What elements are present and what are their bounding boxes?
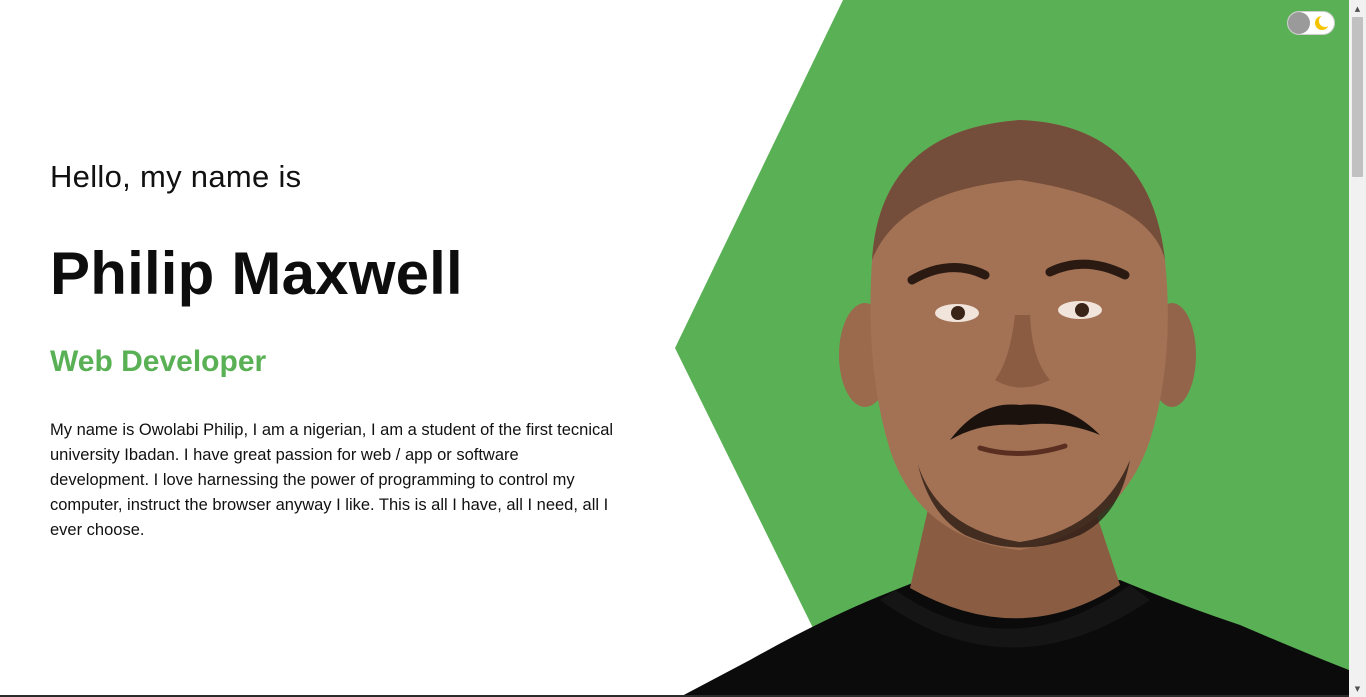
portrait-right-pupil (1075, 303, 1089, 317)
portrait-left-pupil (951, 306, 965, 320)
toggle-knob (1288, 12, 1310, 34)
job-title: Web Developer (50, 345, 267, 378)
scrollbar-thumb[interactable] (1352, 17, 1363, 177)
moon-icon (1315, 15, 1330, 30)
person-name: Philip Maxwell (50, 240, 463, 307)
theme-toggle-switch[interactable] (1287, 11, 1335, 35)
scroll-down-arrow-icon[interactable]: ▼ (1349, 680, 1366, 697)
scroll-up-arrow-icon[interactable]: ▲ (1349, 0, 1366, 17)
bio-paragraph: My name is Owolabi Philip, I am a nigeri… (50, 421, 614, 539)
intro-section: Hello, my name is Philip Maxwell Web Dev… (50, 155, 630, 543)
portrait-photo (680, 120, 1349, 697)
greeting-text: Hello, my name is (50, 159, 302, 194)
vertical-scrollbar[interactable]: ▲ ▼ (1349, 0, 1366, 697)
portfolio-page: Hello, my name is Philip Maxwell Web Dev… (0, 0, 1366, 697)
